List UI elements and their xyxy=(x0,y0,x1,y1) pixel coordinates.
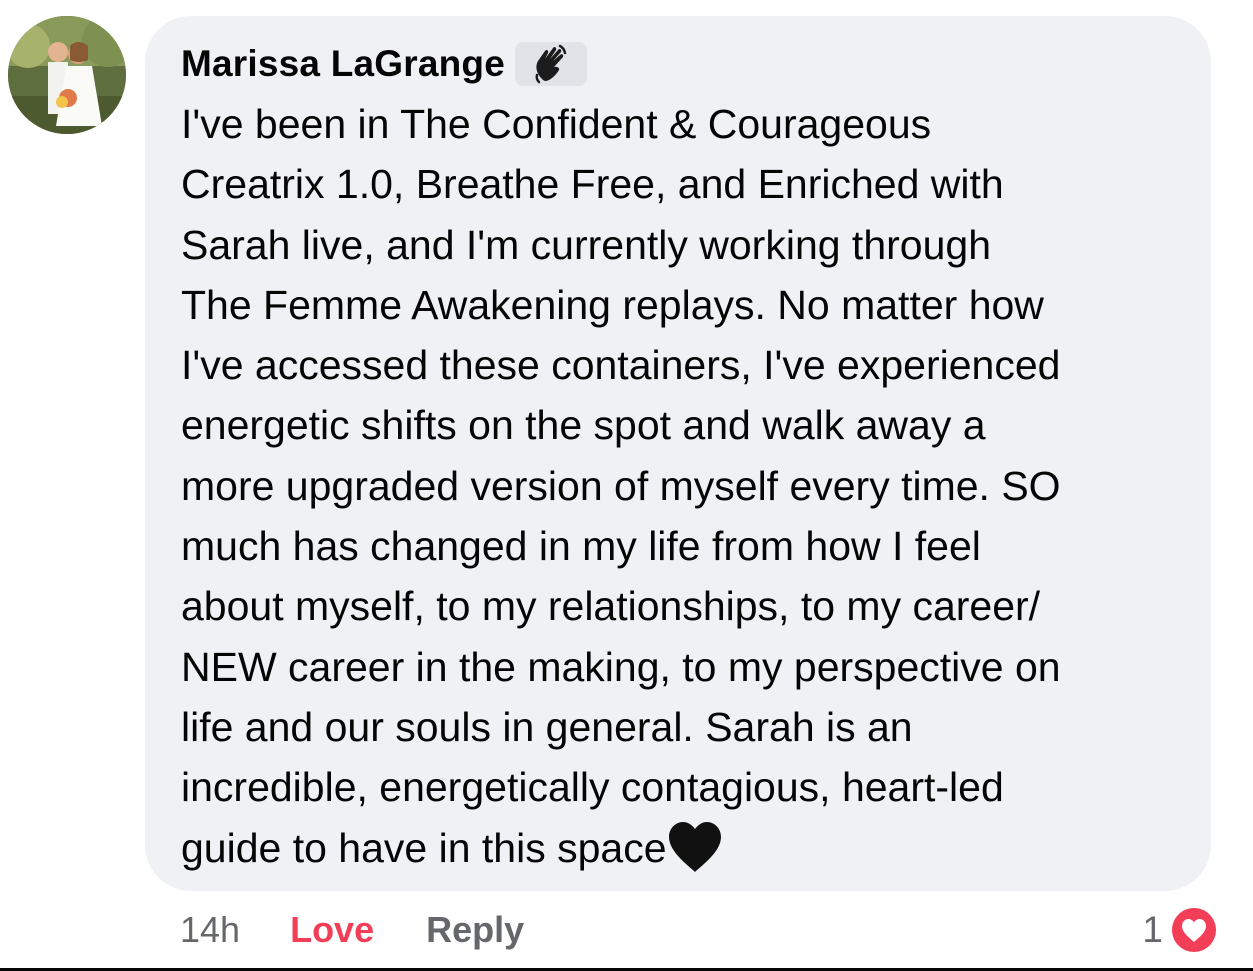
comment-line: NEW career in the making, to my perspect… xyxy=(181,643,1061,690)
love-button[interactable]: Love xyxy=(290,909,374,951)
comment-line: more upgraded version of myself every ti… xyxy=(181,462,1061,509)
comment-line: incredible, energetically contagious, he… xyxy=(181,764,1004,811)
author-avatar[interactable] xyxy=(8,16,126,134)
comment-line: I've accessed these containers, I've exp… xyxy=(181,342,1061,389)
reaction-count: 1 xyxy=(1142,909,1163,950)
waving-hand-icon xyxy=(535,44,567,84)
love-reaction-icon xyxy=(1172,908,1216,952)
author-name[interactable]: Marissa LaGrange xyxy=(181,43,505,85)
avatar-photo xyxy=(8,16,126,134)
comment-bubble: Marissa LaGrange I've been in The Confid… xyxy=(145,16,1211,891)
black-heart-icon xyxy=(668,821,721,872)
comment-line: I've been in The Confident & Courageous xyxy=(181,101,932,147)
comment-line: Sarah live, and I'm currently working th… xyxy=(181,221,991,268)
author-row: Marissa LaGrange xyxy=(181,40,588,88)
love-reaction-badge xyxy=(1169,905,1219,955)
comment-line: Creatrix 1.0, Breathe Free, and Enriched… xyxy=(181,161,1004,208)
comment-body: I've been in The Confident & Courageous … xyxy=(181,94,1191,878)
comment-line: energetic shifts on the spot and walk aw… xyxy=(181,402,986,449)
comment-line: The Femme Awakening replays. No matter h… xyxy=(181,281,1044,328)
comment-last-line: guide to have in this space xyxy=(181,818,1191,878)
timestamp[interactable]: 14h xyxy=(180,909,240,951)
comment-line: life and our souls in general. Sarah is … xyxy=(181,703,913,750)
comment-line: much has changed in my life from how I f… xyxy=(181,523,981,570)
comment-actions: 14h Love Reply xyxy=(180,905,524,955)
author-badge[interactable] xyxy=(515,42,588,86)
comment-line: about myself, to my relationships, to my… xyxy=(181,583,1041,630)
reply-button[interactable]: Reply xyxy=(426,909,524,951)
comment-line: guide to have in this space xyxy=(181,824,667,871)
reaction-summary[interactable]: 1 xyxy=(1142,903,1219,957)
